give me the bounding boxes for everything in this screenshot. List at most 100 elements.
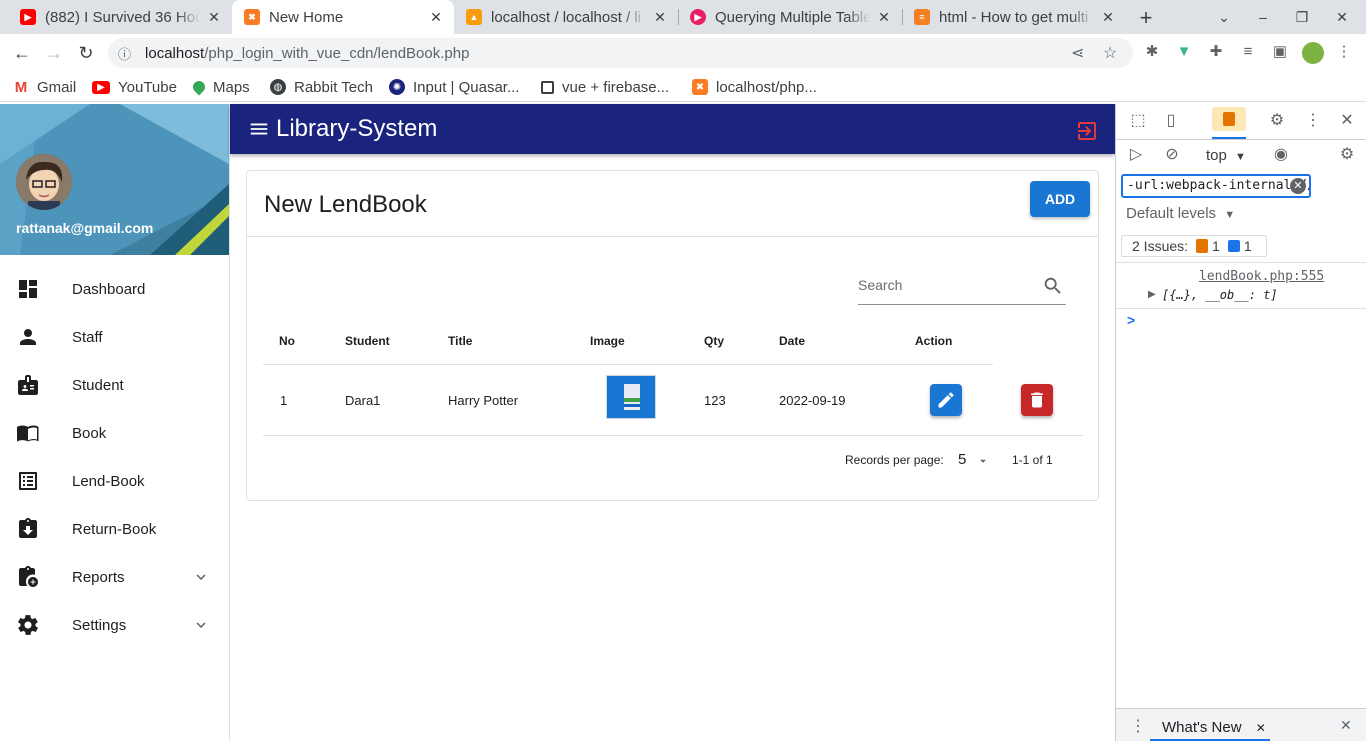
chrome-menu-icon[interactable]: ⋮: [1334, 42, 1354, 62]
issues-counter[interactable]: 2 Issues: 1 1: [1121, 235, 1267, 257]
sidebar-item-student[interactable]: Student: [0, 361, 229, 409]
sidebar-item-return-book[interactable]: Return-Book: [0, 505, 229, 553]
chevron-down-icon[interactable]: [192, 568, 210, 586]
logout-icon[interactable]: [1075, 119, 1099, 143]
dropdown-arrow-icon[interactable]: [977, 455, 989, 467]
phpmyadmin-icon: ▲: [466, 9, 482, 25]
browser-tab-querying[interactable]: ▶ Querying Multiple Tables ✕: [678, 0, 902, 34]
restore-icon[interactable]: ❐: [1290, 5, 1314, 29]
tab-search-icon[interactable]: ⌄: [1212, 5, 1236, 29]
column-header-action[interactable]: Action: [915, 334, 952, 348]
tab-title: (882) I Survived 36 Hours: [45, 8, 200, 26]
column-header-student[interactable]: Student: [345, 334, 390, 348]
console-filter-input[interactable]: -url:webpack-internal:// ✕: [1121, 174, 1311, 198]
column-header-date[interactable]: Date: [779, 334, 805, 348]
issues-badge-icon[interactable]: [1212, 107, 1246, 131]
expand-triangle-icon[interactable]: ▶: [1148, 289, 1156, 300]
avatar[interactable]: [16, 154, 72, 210]
console-settings-icon[interactable]: ⚙: [1336, 144, 1358, 166]
tab-close-icon[interactable]: ✕: [876, 9, 892, 26]
drawer-tab-whats-new[interactable]: What's New ✕: [1162, 719, 1266, 736]
youtube-icon: ▶: [20, 9, 36, 25]
search-placeholder: Search: [858, 277, 903, 293]
new-tab-button[interactable]: +: [1136, 5, 1156, 31]
delete-button[interactable]: [1021, 384, 1053, 416]
chevron-down-icon[interactable]: [192, 616, 210, 634]
records-per-page-select[interactable]: 5: [958, 451, 966, 468]
browser-tab-new-home[interactable]: ✖ New Home ✕: [232, 0, 454, 34]
extensions-puzzle-icon[interactable]: ✚: [1206, 42, 1226, 62]
column-header-image[interactable]: Image: [590, 334, 625, 348]
devtools-settings-icon[interactable]: ⚙: [1266, 110, 1288, 132]
bookmark-label: vue + firebase...: [562, 78, 670, 96]
tab-close-icon[interactable]: ✕: [206, 9, 222, 26]
bookmark-vue-firebase[interactable]: vue + firebase...: [541, 77, 669, 97]
tab-close-icon[interactable]: ✕: [1100, 9, 1116, 26]
browser-tab-youtube[interactable]: ▶ (882) I Survived 36 Hours ✕: [8, 0, 232, 34]
column-header-qty[interactable]: Qty: [704, 334, 724, 348]
records-per-page-label: Records per page:: [845, 453, 944, 467]
sidebar-item-label: Settings: [72, 616, 127, 634]
drawer-menu-icon[interactable]: ⋮: [1130, 716, 1146, 736]
lendbook-card: New LendBook ADD Search No Student Title…: [246, 170, 1099, 501]
url-field[interactable]: ⓘ localhost /php_login_with_vue_cdn/lend…: [108, 38, 1133, 68]
drawer-tab-close-icon[interactable]: ✕: [1256, 721, 1266, 735]
bookmark-localhost[interactable]: ✖ localhost/php...: [692, 77, 817, 97]
search-input[interactable]: Search: [858, 267, 1066, 305]
browser-tab-phpmyadmin[interactable]: ▲ localhost / localhost / li ✕: [454, 0, 678, 34]
bug-extension-icon[interactable]: ✱: [1142, 42, 1162, 62]
sidebar-item-reports[interactable]: Reports: [0, 553, 229, 601]
tab-title: New Home: [269, 8, 344, 26]
bookmark-star-icon[interactable]: ☆: [1103, 43, 1117, 63]
sidebar-item-book[interactable]: Book: [0, 409, 229, 457]
share-icon[interactable]: ⋖: [1071, 43, 1084, 63]
console-log-object[interactable]: [{…}, __ob__: t]: [1162, 288, 1278, 302]
side-panel-icon[interactable]: ▣: [1270, 42, 1290, 62]
bookmark-maps[interactable]: Maps: [190, 77, 250, 97]
back-icon[interactable]: ←: [10, 41, 34, 65]
tab-close-icon[interactable]: ✕: [428, 9, 444, 26]
log-levels-dropdown[interactable]: Default levels ▼: [1126, 205, 1235, 222]
sidebar-item-settings[interactable]: Settings: [0, 601, 229, 649]
sidebar-toggle-icon[interactable]: ▷: [1125, 144, 1147, 166]
bookmark-rabbit-tech[interactable]: ◍ Rabbit Tech: [270, 77, 373, 97]
sidebar-item-lend-book[interactable]: Lend-Book: [0, 457, 229, 505]
info-icon[interactable]: ⓘ: [118, 44, 131, 63]
edit-button[interactable]: [930, 384, 962, 416]
search-icon[interactable]: [1042, 275, 1064, 297]
divider: [247, 236, 1098, 237]
inspect-element-icon[interactable]: ⬚: [1127, 110, 1149, 132]
device-toolbar-icon[interactable]: ▯: [1160, 110, 1182, 132]
bookmark-label: Rabbit Tech: [294, 78, 373, 96]
drawer-close-icon[interactable]: ✕: [1340, 717, 1352, 734]
issues-label: 2 Issues:: [1132, 238, 1189, 254]
bookmark-gmail[interactable]: M Gmail: [13, 77, 76, 97]
window-close-icon[interactable]: ✕: [1330, 5, 1354, 29]
sidebar-item-staff[interactable]: Staff: [0, 313, 229, 361]
forward-icon[interactable]: →: [42, 41, 66, 65]
context-selector[interactable]: top ▼: [1206, 147, 1246, 164]
browser-tab-stackoverflow[interactable]: ≡ html - How to get multi ✕: [902, 0, 1126, 34]
column-header-no[interactable]: No: [279, 334, 295, 348]
bookmark-youtube[interactable]: ▶ YouTube: [92, 77, 177, 97]
minimize-icon[interactable]: –: [1251, 5, 1275, 29]
devtools-close-icon[interactable]: ✕: [1336, 110, 1358, 132]
bookmark-quasar[interactable]: ✺ Input | Quasar...: [389, 77, 519, 97]
clear-filter-icon[interactable]: ✕: [1290, 178, 1306, 194]
clear-console-icon[interactable]: ⊘: [1161, 144, 1183, 166]
console-source-link[interactable]: lendBook.php:555: [1199, 269, 1324, 284]
reload-icon[interactable]: ↻: [74, 41, 98, 65]
vue-devtools-icon[interactable]: ▼: [1174, 42, 1194, 62]
live-expression-eye-icon[interactable]: ◉: [1270, 144, 1292, 166]
cell-title: Harry Potter: [448, 393, 519, 408]
tab-close-icon[interactable]: ✕: [652, 9, 668, 26]
sidebar-item-dashboard[interactable]: Dashboard: [0, 265, 229, 313]
dashboard-icon: [19, 280, 37, 298]
media-queue-icon[interactable]: ≡: [1238, 42, 1258, 62]
add-button[interactable]: ADD: [1030, 181, 1090, 217]
profile-avatar[interactable]: [1302, 42, 1324, 64]
column-header-title[interactable]: Title: [448, 334, 472, 348]
hamburger-menu-icon[interactable]: [248, 118, 270, 140]
console-prompt[interactable]: >: [1127, 312, 1135, 328]
devtools-menu-icon[interactable]: ⋮: [1302, 110, 1324, 132]
